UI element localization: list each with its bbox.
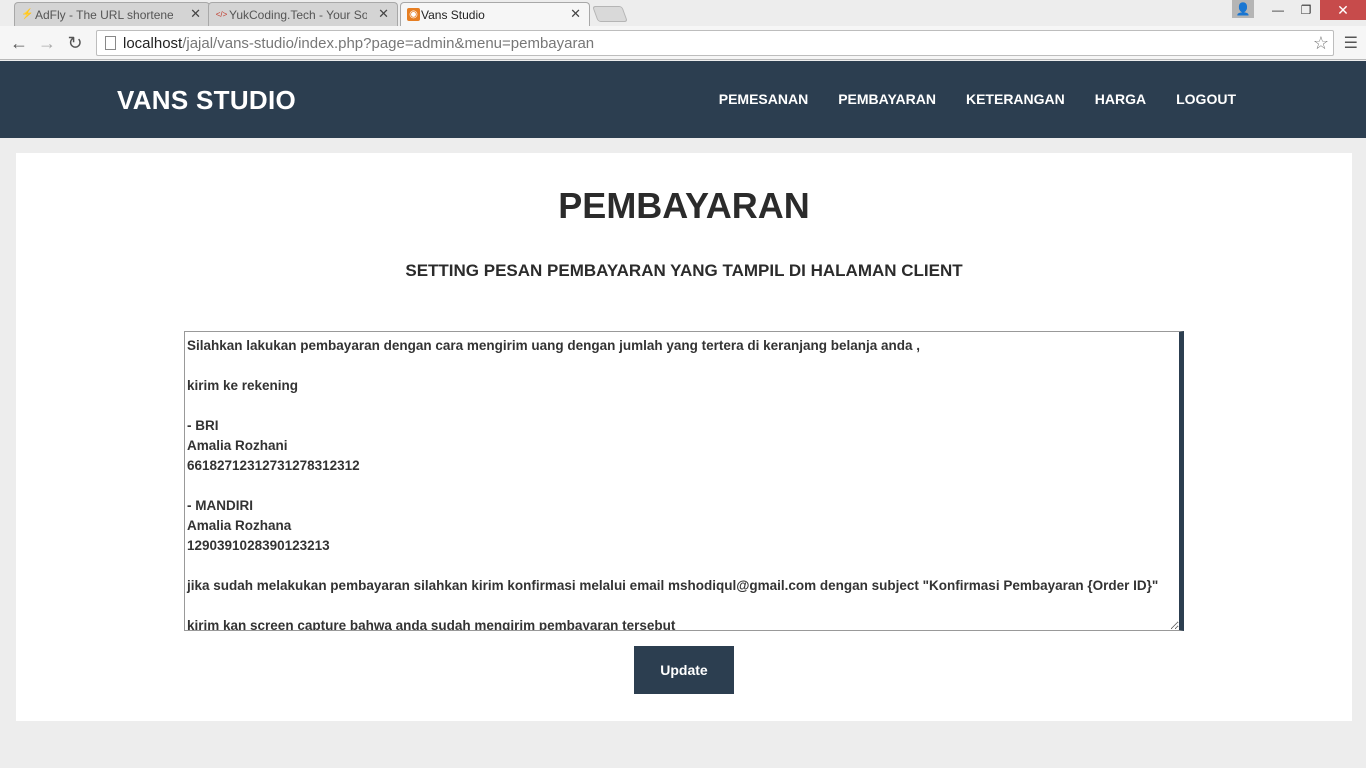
- page-icon: [105, 36, 116, 50]
- close-tab-icon[interactable]: ✕: [378, 6, 389, 22]
- site-brand[interactable]: VANS STUDIO: [117, 85, 296, 116]
- forward-arrow-icon[interactable]: →: [36, 32, 58, 54]
- browser-tab-adfly[interactable]: ⚡ AdFly - The URL shortener ✕: [14, 2, 210, 26]
- browser-tab-yukcoding[interactable]: </> YukCoding.Tech - Your So ✕: [208, 2, 398, 26]
- nav-pembayaran[interactable]: PEMBAYARAN: [838, 91, 936, 107]
- bookmark-star-icon[interactable]: ☆: [1313, 33, 1329, 54]
- url-path: /jajal/vans-studio/index.php?page=admin&…: [182, 35, 595, 52]
- url-host: localhost: [123, 35, 183, 52]
- reload-icon[interactable]: ↻: [64, 32, 86, 54]
- tab-title: Vans Studio: [421, 7, 485, 22]
- nav-pemesanan[interactable]: PEMESANAN: [719, 91, 808, 107]
- browser-menu-icon[interactable]: ☰: [1344, 33, 1358, 53]
- url-text[interactable]: localhost/jajal/vans-studio/index.php?pa…: [123, 35, 594, 52]
- xampp-favicon-icon: ◉: [407, 8, 420, 21]
- main-nav: PEMESANAN PEMBAYARAN KETERANGAN HARGA LO…: [719, 91, 1236, 107]
- nav-logout[interactable]: LOGOUT: [1176, 91, 1236, 107]
- new-tab-button[interactable]: [592, 6, 628, 22]
- browser-tab-vans-studio[interactable]: ◉ Vans Studio ✕: [400, 2, 590, 26]
- page-title: PEMBAYARAN: [558, 185, 810, 226]
- adfly-favicon-icon: ⚡: [21, 9, 34, 20]
- nav-harga[interactable]: HARGA: [1095, 91, 1146, 107]
- code-favicon-icon: </>: [215, 10, 228, 19]
- close-window-icon[interactable]: ✕: [1320, 0, 1366, 20]
- site-header: VANS STUDIO PEMESANAN PEMBAYARAN KETERAN…: [0, 61, 1366, 138]
- tab-title: YukCoding.Tech - Your So: [229, 7, 367, 22]
- minimize-icon[interactable]: —: [1264, 0, 1292, 20]
- user-profile-icon[interactable]: 👤: [1232, 0, 1254, 18]
- close-tab-icon[interactable]: ✕: [190, 6, 201, 22]
- main-card: PEMBAYARAN SETTING PESAN PEMBAYARAN YANG…: [16, 153, 1352, 721]
- restore-icon[interactable]: ❐: [1292, 0, 1320, 20]
- browser-tabstrip: ⚡ AdFly - The URL shortener ✕ </> YukCod…: [0, 0, 1366, 26]
- browser-toolbar: ← → ↻ localhost/jajal/vans-studio/index.…: [0, 26, 1366, 60]
- payment-message-textarea[interactable]: Silahkan lakukan pembayaran dengan cara …: [184, 331, 1184, 631]
- nav-keterangan[interactable]: KETERANGAN: [966, 91, 1065, 107]
- close-tab-icon[interactable]: ✕: [570, 6, 581, 22]
- window-controls: 👤 — ❐ ✕: [1232, 0, 1366, 20]
- page-subtitle: SETTING PESAN PEMBAYARAN YANG TAMPIL DI …: [405, 261, 963, 280]
- update-button[interactable]: Update: [634, 646, 734, 694]
- back-arrow-icon[interactable]: ←: [8, 32, 30, 54]
- tab-title: AdFly - The URL shortener: [35, 7, 173, 22]
- address-bar[interactable]: localhost/jajal/vans-studio/index.php?pa…: [96, 30, 1334, 56]
